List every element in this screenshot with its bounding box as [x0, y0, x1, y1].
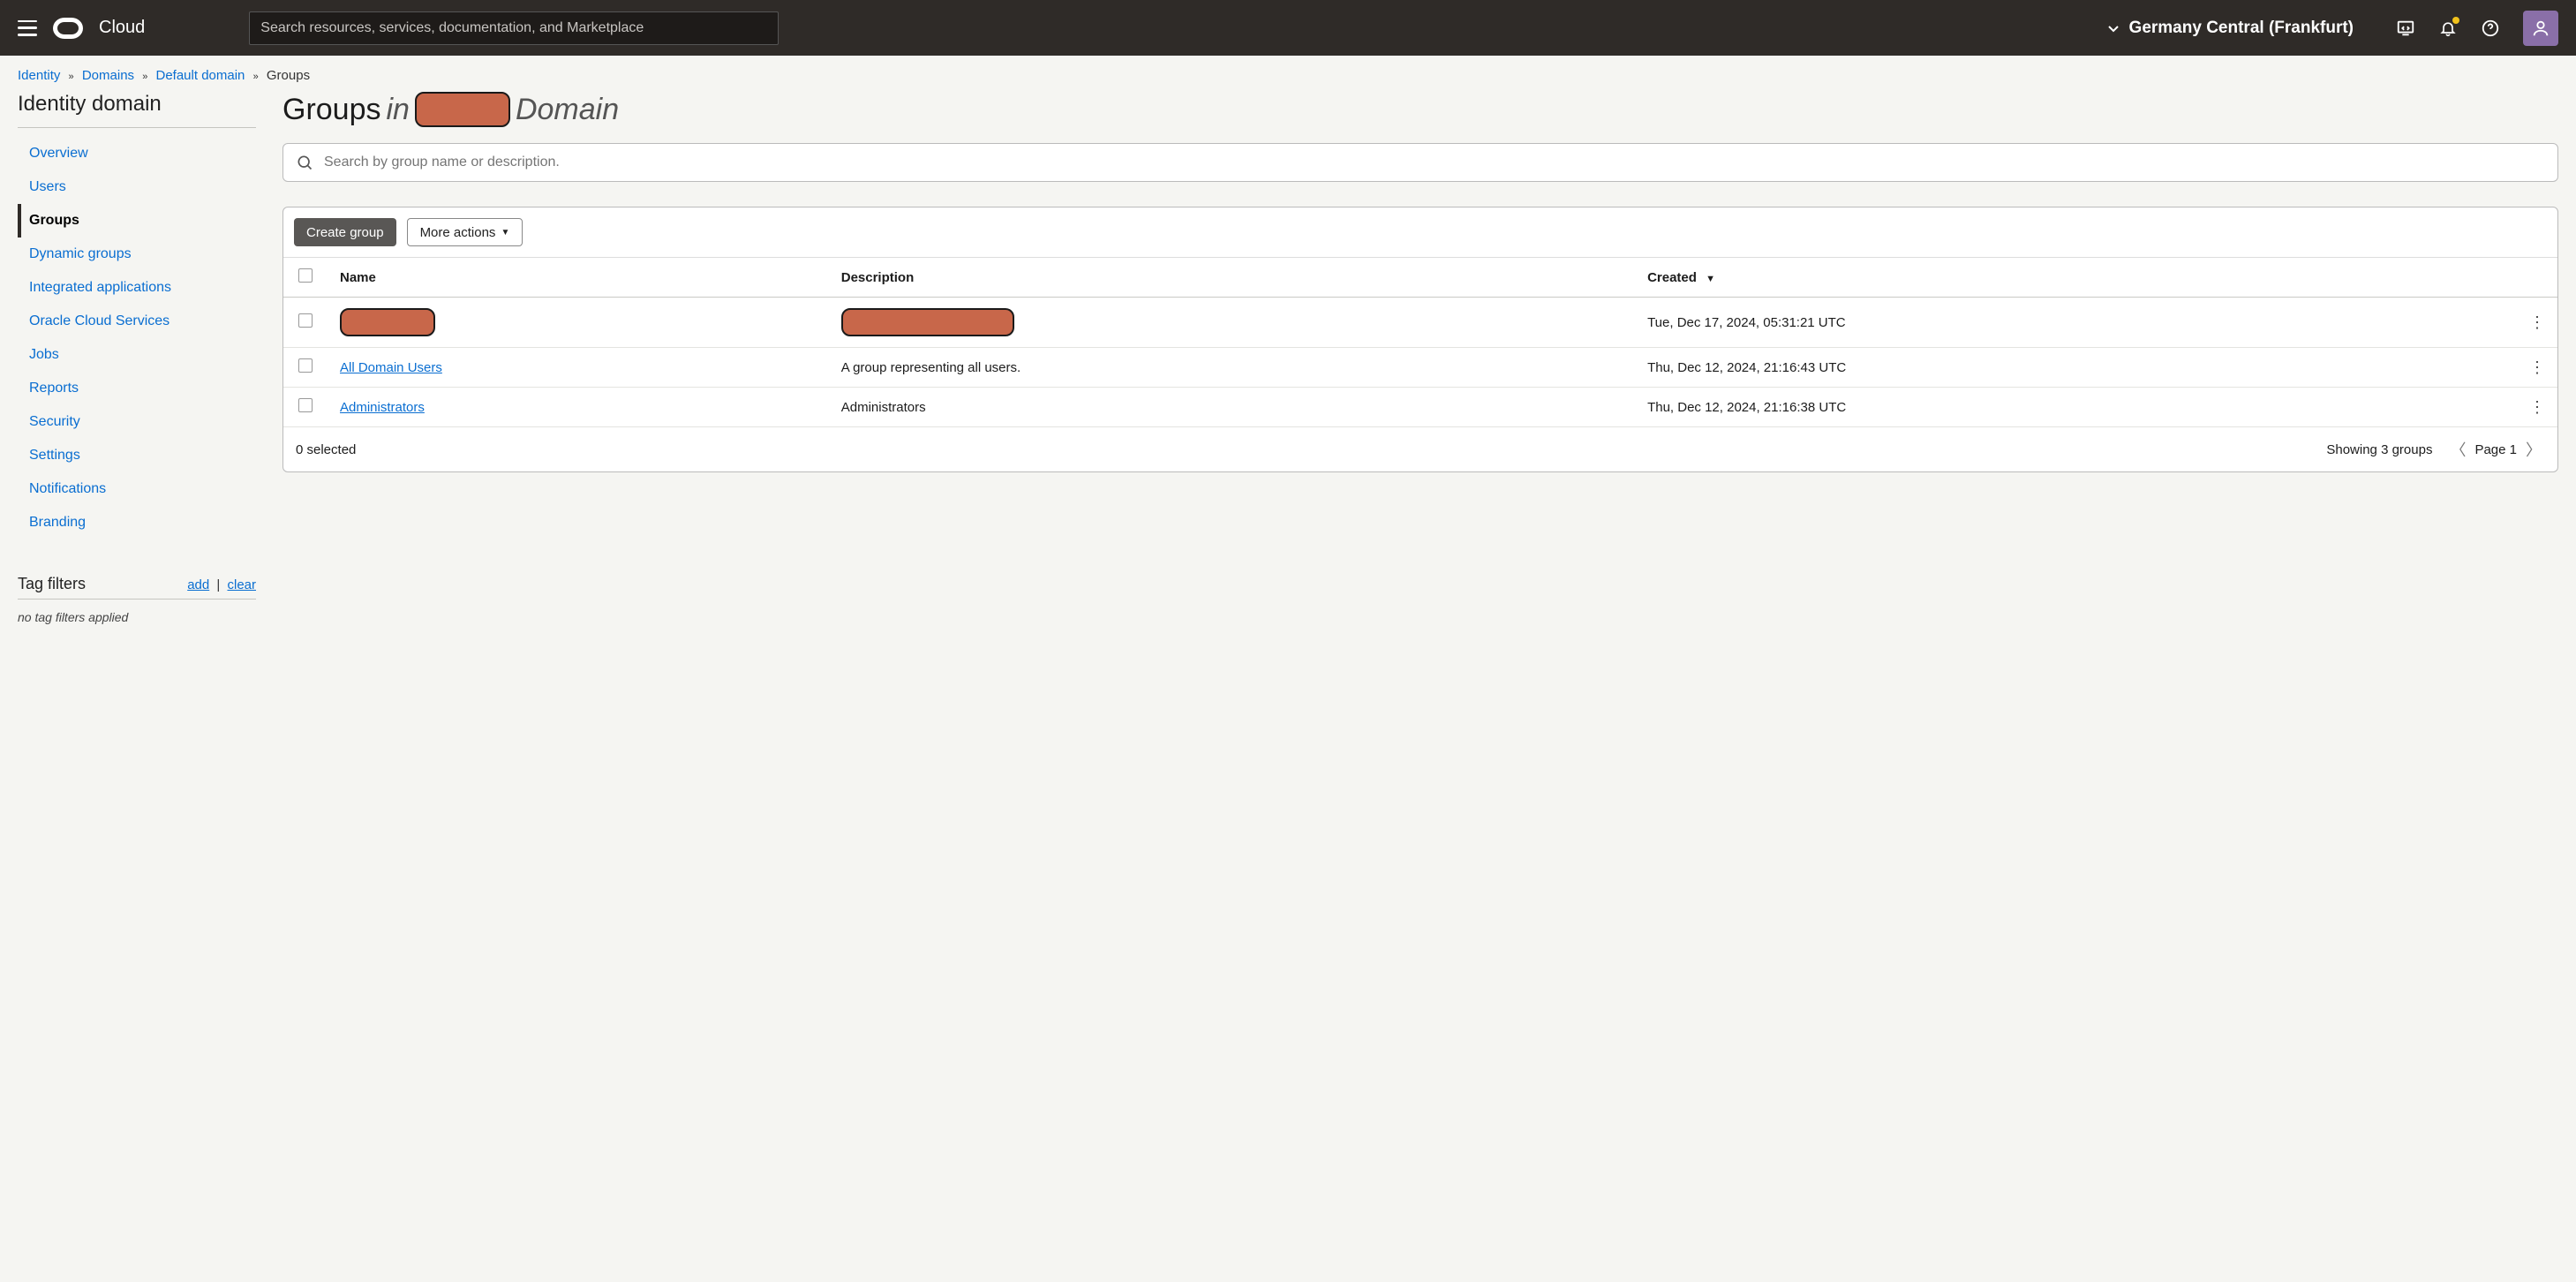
sidebar-title: Identity domain: [18, 92, 256, 128]
page-title-suffix: Domain: [516, 93, 619, 127]
page-indicator: Page 1: [2474, 442, 2517, 457]
sidebar-item-branding[interactable]: Branding: [18, 506, 256, 539]
row-created: Tue, Dec 17, 2024, 05:31:21 UTC: [1635, 298, 2517, 348]
group-search-input[interactable]: [324, 155, 2545, 170]
selected-count: 0 selected: [296, 442, 356, 457]
tag-filters-title: Tag filters: [18, 575, 86, 593]
row-actions-menu[interactable]: ⋮: [2529, 358, 2545, 376]
group-link-all-domain-users[interactable]: All Domain Users: [340, 360, 442, 375]
tag-filters: Tag filters add | clear no tag filters a…: [18, 575, 256, 624]
tag-filters-clear[interactable]: clear: [227, 577, 256, 592]
row-description: Administrators: [829, 388, 1635, 427]
global-search-input[interactable]: [249, 11, 779, 45]
breadcrumb-domains[interactable]: Domains: [82, 68, 134, 83]
sidebar-item-settings[interactable]: Settings: [18, 439, 256, 472]
sidebar-item-users[interactable]: Users: [18, 170, 256, 204]
row-checkbox[interactable]: [298, 398, 313, 412]
tag-filters-add[interactable]: add: [187, 577, 209, 592]
showing-count: Showing 3 groups: [2326, 442, 2432, 457]
user-avatar[interactable]: [2523, 11, 2558, 46]
region-selector[interactable]: Germany Central (Frankfurt): [2106, 19, 2354, 38]
global-search-wrap: [249, 11, 779, 45]
page-next-button[interactable]: 〉: [2522, 438, 2545, 461]
col-created[interactable]: Created ▼: [1635, 258, 2517, 298]
sidebar-item-jobs[interactable]: Jobs: [18, 338, 256, 372]
row-checkbox[interactable]: [298, 358, 313, 373]
caret-down-icon: ▼: [501, 228, 509, 238]
dev-tools-icon[interactable]: [2396, 19, 2415, 38]
groups-table-card: Create group More actions ▼ Name Descrip…: [282, 207, 2558, 472]
breadcrumb: Identity » Domains » Default domain » Gr…: [0, 56, 2576, 92]
row-actions-menu[interactable]: ⋮: [2529, 398, 2545, 416]
help-icon[interactable]: [2481, 19, 2500, 38]
group-search-bar: [282, 143, 2558, 182]
tag-filters-empty: no tag filters applied: [18, 610, 256, 624]
region-label: Germany Central (Frankfurt): [2129, 19, 2354, 38]
redacted-domain-name: [415, 92, 510, 127]
sidebar-item-dynamic-groups[interactable]: Dynamic groups: [18, 238, 256, 271]
breadcrumb-default-domain[interactable]: Default domain: [156, 68, 245, 83]
page-title-in: in: [387, 93, 410, 127]
select-all-checkbox[interactable]: [298, 268, 313, 283]
sidebar-item-integrated-applications[interactable]: Integrated applications: [18, 271, 256, 305]
table-footer: 0 selected Showing 3 groups 〈 Page 1 〉: [283, 427, 2557, 471]
page-title-prefix: Groups: [282, 93, 381, 127]
redacted-group-name[interactable]: [340, 308, 435, 336]
row-created: Thu, Dec 12, 2024, 21:16:43 UTC: [1635, 348, 2517, 388]
sidebar-item-notifications[interactable]: Notifications: [18, 472, 256, 506]
user-icon: [2531, 19, 2550, 38]
global-header: Cloud Germany Central (Frankfurt): [0, 0, 2576, 56]
groups-table: Name Description Created ▼ Tue: [283, 258, 2557, 427]
col-name[interactable]: Name: [328, 258, 829, 298]
page-prev-button[interactable]: 〈: [2446, 438, 2469, 461]
sidebar: Identity domain Overview Users Groups Dy…: [18, 92, 256, 624]
notifications-icon[interactable]: [2438, 19, 2458, 38]
table-row: Tue, Dec 17, 2024, 05:31:21 UTC ⋮: [283, 298, 2557, 348]
sidebar-item-groups[interactable]: Groups: [18, 204, 256, 238]
sidebar-item-reports[interactable]: Reports: [18, 372, 256, 405]
sort-desc-icon: ▼: [1706, 274, 1715, 284]
sidebar-item-security[interactable]: Security: [18, 405, 256, 439]
breadcrumb-identity[interactable]: Identity: [18, 68, 60, 83]
main-content: Groups in Domain Create group More actio…: [282, 92, 2558, 624]
sidebar-item-oracle-cloud-services[interactable]: Oracle Cloud Services: [18, 305, 256, 338]
oracle-logo-icon: [53, 18, 83, 39]
page-title: Groups in Domain: [282, 92, 2558, 127]
redacted-group-description: [841, 308, 1014, 336]
more-actions-label: More actions: [420, 225, 496, 240]
brand-label: Cloud: [99, 18, 145, 38]
row-checkbox[interactable]: [298, 313, 313, 328]
breadcrumb-current: Groups: [267, 68, 310, 83]
search-icon: [296, 154, 313, 171]
row-actions-menu[interactable]: ⋮: [2529, 313, 2545, 331]
row-created: Thu, Dec 12, 2024, 21:16:38 UTC: [1635, 388, 2517, 427]
create-group-button[interactable]: Create group: [294, 218, 396, 246]
chevron-down-icon: [2106, 21, 2120, 35]
menu-button[interactable]: [18, 20, 37, 36]
more-actions-button[interactable]: More actions ▼: [407, 218, 523, 246]
table-row: All Domain Users A group representing al…: [283, 348, 2557, 388]
table-toolbar: Create group More actions ▼: [283, 207, 2557, 258]
table-row: Administrators Administrators Thu, Dec 1…: [283, 388, 2557, 427]
row-description: A group representing all users.: [829, 348, 1635, 388]
sidebar-item-overview[interactable]: Overview: [18, 137, 256, 170]
group-link-administrators[interactable]: Administrators: [340, 400, 425, 415]
pagination: 〈 Page 1 〉: [2446, 438, 2545, 461]
col-description[interactable]: Description: [829, 258, 1635, 298]
